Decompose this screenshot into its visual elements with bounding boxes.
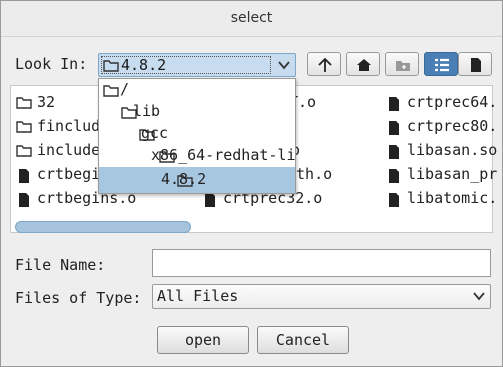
chevron-down-icon [278,61,290,70]
dropdown-item-gcc[interactable]: gcc [99,123,295,145]
folder-icon [16,97,32,109]
dropdown-item-root[interactable]: / [99,79,295,101]
title-bar[interactable]: select [1,1,502,37]
file-icon [205,193,215,207]
file-name-label: File Name: [15,256,106,274]
cancel-button[interactable]: Cancel [257,326,349,354]
file-icon [389,193,399,207]
file-icon [19,193,29,207]
chevron-down-icon [473,292,485,301]
file-icon [389,97,399,111]
file-icon [389,169,399,183]
file-icon [19,169,29,183]
files-of-type-value: All Files [157,287,239,305]
file-chooser-dialog: select Look In: 4.8.2 32 finclude includ… [0,0,503,367]
up-one-level-button[interactable] [307,52,341,76]
dialog-content: Look In: 4.8.2 32 finclude include crtbe… [1,38,502,366]
folder-icon [16,121,32,133]
folder-icon [103,85,119,97]
details-view-button[interactable] [458,52,492,76]
files-of-type-label: Files of Type: [15,289,142,307]
horizontal-scrollbar[interactable] [15,221,191,233]
dropdown-item-x86-64-redhat[interactable]: x86_64-redhat-li [99,145,295,167]
open-button[interactable]: open [157,326,249,354]
file-name-input[interactable] [152,249,491,277]
details-view-icon [471,58,481,72]
dropdown-item-lib[interactable]: lib [99,101,295,123]
new-folder-icon [396,61,410,71]
look-in-combo[interactable]: 4.8.2 [98,53,296,77]
file-icon [389,121,399,135]
window-title: select [230,10,273,26]
new-folder-button[interactable] [385,52,419,76]
look-in-value: 4.8.2 [121,56,167,74]
list-view-button[interactable] [424,52,458,76]
files-of-type-combo[interactable]: All Files [152,284,491,309]
look-in-label: Look In: [15,55,88,73]
look-in-dropdown-list: / lib gcc x86_64-redhat-li 4.8.2 [98,78,296,194]
up-arrow-icon [318,57,332,72]
home-button[interactable] [346,52,380,76]
folder-icon [16,145,32,157]
home-icon [357,59,371,71]
folder-icon [103,60,119,72]
list-view-icon [435,58,449,72]
file-icon [389,145,399,159]
dropdown-item-4-8-2[interactable]: 4.8.2 [99,167,295,193]
